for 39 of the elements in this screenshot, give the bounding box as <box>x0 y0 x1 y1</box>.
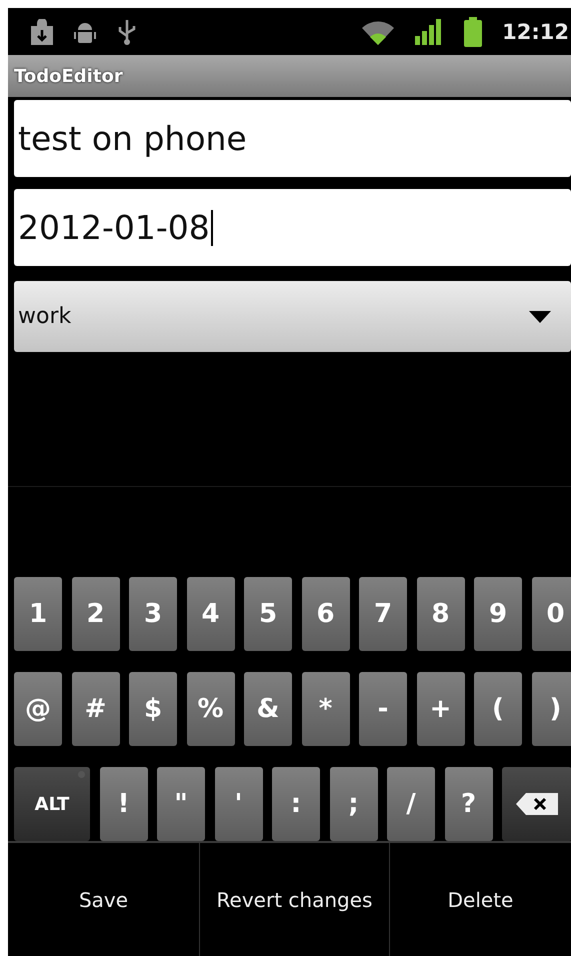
keyboard-key[interactable]: + <box>416 672 464 746</box>
backspace-key[interactable] <box>502 767 571 841</box>
keyboard-key[interactable]: @ <box>14 672 62 746</box>
keyboard-key[interactable]: 5 <box>244 577 292 651</box>
keyboard-key[interactable]: ' <box>214 767 262 841</box>
keyboard-key[interactable]: ! <box>100 767 148 841</box>
keyboard-key[interactable]: 0 <box>532 577 571 651</box>
keyboard-key[interactable]: 7 <box>359 577 407 651</box>
window-title: TodoEditor <box>14 66 123 86</box>
clock-time: 12:12 <box>502 20 569 44</box>
keyboard-key[interactable]: " <box>157 767 205 841</box>
keyboard-key[interactable]: $ <box>129 672 177 746</box>
input-field[interactable]: test on phone <box>14 100 571 177</box>
keyboard-key[interactable]: ; <box>330 767 378 841</box>
keyboard-key[interactable]: * <box>302 672 350 746</box>
caret-icon <box>529 310 551 322</box>
keyboard-key[interactable]: 2 <box>72 577 120 651</box>
keyboard-key[interactable]: ( <box>474 672 522 746</box>
download-icon <box>30 18 54 44</box>
keyboard-key[interactable]: 8 <box>416 577 464 651</box>
keyboard-key[interactable]: & <box>244 672 292 746</box>
keyboard-key[interactable]: ) <box>532 672 571 746</box>
keyboard-key[interactable]: 4 <box>186 577 234 651</box>
keyboard-key[interactable]: ? <box>444 767 492 841</box>
keyboard-key[interactable]: 3 <box>129 577 177 651</box>
keyboard-key[interactable]: # <box>72 672 120 746</box>
alt-key[interactable]: ALT <box>14 767 90 841</box>
category-dropdown[interactable]: work <box>14 281 571 352</box>
keyboard-key[interactable]: 1 <box>14 577 62 651</box>
keyboard-key[interactable]: % <box>186 672 234 746</box>
input-field[interactable]: 2012-01-08 <box>14 189 571 266</box>
usb-icon <box>116 18 138 46</box>
battery-icon <box>462 16 484 46</box>
keyboard-key[interactable]: 9 <box>474 577 522 651</box>
keyboard-key[interactable]: - <box>359 672 407 746</box>
keyboard-key[interactable]: : <box>272 767 320 841</box>
keyboard-key[interactable]: / <box>387 767 435 841</box>
keyboard-key[interactable]: 6 <box>302 577 350 651</box>
backspace-icon <box>516 793 558 815</box>
